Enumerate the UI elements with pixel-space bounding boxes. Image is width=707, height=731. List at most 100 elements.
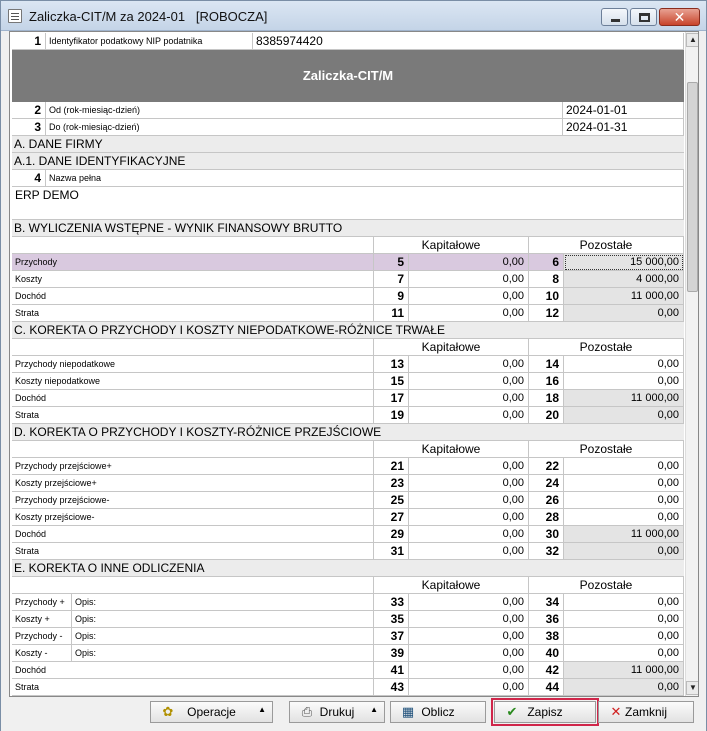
- field-number: 41: [374, 662, 409, 679]
- pozostale-value[interactable]: 0,00: [564, 458, 684, 475]
- field-number: 37: [374, 628, 409, 645]
- maximize-button[interactable]: [630, 8, 657, 26]
- kapitalowe-value[interactable]: 0,00: [409, 288, 529, 305]
- field-number: 11: [374, 305, 409, 322]
- close-icon: ✕: [673, 9, 686, 25]
- date-to-field[interactable]: 2024-01-31: [563, 119, 684, 136]
- table-row: Przychody niepodatkowe 13 0,00 14 0,00: [12, 356, 684, 373]
- field-label: Do (rok-miesiąc-dzień): [46, 119, 563, 136]
- field-number: 19: [374, 407, 409, 424]
- kapitalowe-value[interactable]: 0,00: [409, 254, 529, 271]
- table-row: Przychody + Opis: 33 0,00 34 0,00: [12, 594, 684, 611]
- pozostale-value[interactable]: 15 000,00: [564, 254, 684, 271]
- field-number: 22: [529, 458, 564, 475]
- pozostale-value[interactable]: 0,00: [564, 543, 684, 560]
- table-row: Przychody 5 0,00 6 15 000,00: [12, 254, 684, 271]
- zamknij-button[interactable]: ✕ Zamknij: [598, 701, 694, 723]
- column-header-pozostale: Pozostałe: [529, 339, 684, 356]
- kapitalowe-value[interactable]: 0,00: [409, 645, 529, 662]
- row-label: Koszty przejściowe+: [12, 475, 374, 492]
- zapisz-button[interactable]: ✔ Zapisz: [491, 698, 599, 726]
- chevron-up-icon: ▲: [258, 705, 266, 714]
- row-label: Koszty +: [12, 611, 72, 628]
- column-header-spacer: [12, 441, 374, 458]
- kapitalowe-value[interactable]: 0,00: [409, 628, 529, 645]
- vertical-scrollbar[interactable]: ▲ ▼: [685, 32, 698, 696]
- field-number: 8: [529, 271, 564, 288]
- pozostale-value[interactable]: 0,00: [564, 356, 684, 373]
- oblicz-button[interactable]: ▦ Oblicz: [390, 701, 486, 723]
- row-od: 2 Od (rok-miesiąc-dzień) 2024-01-01: [12, 102, 684, 119]
- pozostale-value[interactable]: 0,00: [564, 645, 684, 662]
- kapitalowe-value[interactable]: 0,00: [409, 407, 529, 424]
- field-number: 12: [529, 305, 564, 322]
- kapitalowe-value[interactable]: 0,00: [409, 662, 529, 679]
- section-secE-header: E. KOREKTA O INNE ODLICZENIA: [12, 560, 684, 577]
- table-row: Koszty + Opis: 35 0,00 36 0,00: [12, 611, 684, 628]
- opis-field[interactable]: Opis:: [72, 594, 374, 611]
- table-row: Strata 11 0,00 12 0,00: [12, 305, 684, 322]
- pozostale-value[interactable]: 0,00: [564, 492, 684, 509]
- field-number: 44: [529, 679, 564, 696]
- pozostale-value[interactable]: 0,00: [564, 373, 684, 390]
- field-number: 32: [529, 543, 564, 560]
- kapitalowe-value[interactable]: 0,00: [409, 492, 529, 509]
- pozostale-value[interactable]: 0,00: [564, 628, 684, 645]
- kapitalowe-value[interactable]: 0,00: [409, 509, 529, 526]
- pozostale-value[interactable]: 0,00: [564, 509, 684, 526]
- kapitalowe-value[interactable]: 0,00: [409, 458, 529, 475]
- nip-field[interactable]: 8385974420: [253, 33, 684, 50]
- scroll-thumb[interactable]: [687, 82, 698, 292]
- kapitalowe-value[interactable]: 0,00: [409, 526, 529, 543]
- pozostale-value[interactable]: 0,00: [564, 611, 684, 628]
- kapitalowe-value[interactable]: 0,00: [409, 594, 529, 611]
- scroll-down-icon[interactable]: ▼: [686, 681, 698, 695]
- pozostale-value[interactable]: 0,00: [564, 305, 684, 322]
- pozostale-value[interactable]: 11 000,00: [564, 390, 684, 407]
- kapitalowe-value[interactable]: 0,00: [409, 356, 529, 373]
- title-bar[interactable]: Zaliczka-CIT/M za 2024-01 [ROBOCZA] ✕: [1, 1, 706, 31]
- kapitalowe-value[interactable]: 0,00: [409, 679, 529, 696]
- opis-field[interactable]: Opis:: [72, 645, 374, 662]
- row-label: Dochód: [12, 288, 374, 305]
- pozostale-value[interactable]: 11 000,00: [564, 526, 684, 543]
- drukuj-button[interactable]: ⎙ Drukuj ▲: [289, 701, 385, 723]
- scroll-up-icon[interactable]: ▲: [686, 33, 698, 47]
- field-number: 30: [529, 526, 564, 543]
- field-number: 1: [12, 33, 46, 50]
- pozostale-value[interactable]: 4 000,00: [564, 271, 684, 288]
- pozostale-value[interactable]: 0,00: [564, 475, 684, 492]
- kapitalowe-value[interactable]: 0,00: [409, 271, 529, 288]
- section-secC-header: C. KOREKTA O PRZYCHODY I KOSZTY NIEPODAT…: [12, 322, 684, 339]
- pozostale-value[interactable]: 0,00: [564, 679, 684, 696]
- field-number: 21: [374, 458, 409, 475]
- close-window-button[interactable]: ✕: [659, 8, 700, 26]
- pozostale-value[interactable]: 11 000,00: [564, 662, 684, 679]
- row-nazwa: 4 Nazwa pełna: [12, 170, 684, 187]
- operacje-label: Operacje: [187, 705, 236, 719]
- kapitalowe-value[interactable]: 0,00: [409, 373, 529, 390]
- row-label: Przychody przejściowe-: [12, 492, 374, 509]
- operacje-button[interactable]: ✿ Operacje ▲: [150, 701, 273, 723]
- company-name-field[interactable]: ERP DEMO: [12, 187, 684, 220]
- kapitalowe-value[interactable]: 0,00: [409, 390, 529, 407]
- field-number: 17: [374, 390, 409, 407]
- field-number: 10: [529, 288, 564, 305]
- opis-field[interactable]: Opis:: [72, 628, 374, 645]
- pozostale-value[interactable]: 0,00: [564, 594, 684, 611]
- opis-field[interactable]: Opis:: [72, 611, 374, 628]
- kapitalowe-value[interactable]: 0,00: [409, 475, 529, 492]
- row-label: Strata: [12, 543, 374, 560]
- kapitalowe-value[interactable]: 0,00: [409, 543, 529, 560]
- date-from-field[interactable]: 2024-01-01: [563, 102, 684, 119]
- table-row: Strata 31 0,00 32 0,00: [12, 543, 684, 560]
- pozostale-value[interactable]: 11 000,00: [564, 288, 684, 305]
- minimize-button[interactable]: [601, 8, 628, 26]
- kapitalowe-value[interactable]: 0,00: [409, 305, 529, 322]
- pozostale-value[interactable]: 0,00: [564, 407, 684, 424]
- row-label: Koszty -: [12, 645, 72, 662]
- table-row: Dochód 41 0,00 42 11 000,00: [12, 662, 684, 679]
- field-number: 13: [374, 356, 409, 373]
- row-label: Dochód: [12, 390, 374, 407]
- kapitalowe-value[interactable]: 0,00: [409, 611, 529, 628]
